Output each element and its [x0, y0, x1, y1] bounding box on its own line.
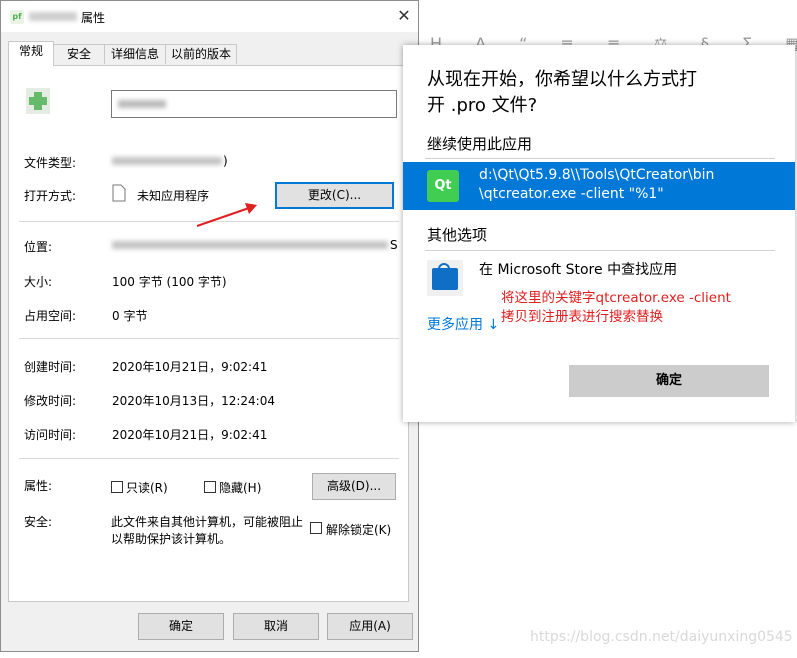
modified-label: 修改时间:: [24, 394, 77, 408]
path-line1: d:\Qt\Qt5.9.8\\Tools\QtCreator\bin: [479, 167, 715, 183]
general-panel: 文件类型: ) 打开方式: 未知应用程序 更改(C)... 位置: S 大小: …: [8, 65, 409, 602]
apply-button[interactable]: 应用(A): [327, 613, 413, 640]
file-type-label: 文件类型:: [24, 156, 77, 170]
divider: [19, 338, 399, 339]
path-line2: \qtcreator.exe -client "%1": [479, 186, 664, 202]
filename-field[interactable]: [111, 90, 397, 118]
location-label: 位置:: [24, 240, 53, 254]
properties-window: pf 属性 ✕ 常规 安全 详细信息 以前的版本 文件类型: ) 打开方式: 未…: [0, 0, 419, 652]
qtcreator-path: d:\Qt\Qt5.9.8\\Tools\QtCreator\bin \qtcr…: [479, 166, 714, 204]
keep-using-heading: 继续使用此应用: [427, 135, 533, 153]
annotation-arrow: [196, 203, 257, 227]
store-icon[interactable]: [427, 260, 463, 296]
readonly-label: 只读(R): [126, 481, 168, 495]
arrow-down-icon: ↓: [487, 317, 500, 333]
created-label: 创建时间:: [24, 360, 77, 374]
tab-security[interactable]: 安全: [53, 44, 105, 64]
unblock-checkbox[interactable]: [310, 522, 322, 534]
title-bar: pf 属性 ✕: [1, 1, 418, 32]
file-type-tail: ): [223, 154, 228, 168]
blurred-location: [112, 241, 388, 249]
modified-value: 2020年10月13日，12:24:04: [112, 394, 275, 408]
annotation-line1: 将这里的关键字qtcreator.exe -client: [501, 290, 731, 306]
security-text-line1: 此文件来自其他计算机，可能被阻止: [111, 515, 304, 529]
disk-size-value: 0 字节: [112, 309, 148, 323]
attributes-label: 属性:: [24, 479, 53, 493]
qtcreator-option[interactable]: Qt d:\Qt\Qt5.9.8\\Tools\QtCreator\bin \q…: [403, 162, 795, 210]
accessed-label: 访问时间:: [24, 428, 77, 442]
qtcreator-icon: Qt: [427, 170, 459, 202]
tab-general[interactable]: 常规: [8, 41, 54, 66]
file-type-icon: pf: [10, 10, 24, 24]
close-icon[interactable]: ✕: [393, 5, 415, 27]
size-label: 大小:: [24, 275, 53, 289]
blurred-file-type: [112, 157, 222, 165]
watermark: https://blog.csdn.net/daiyunxing0545: [530, 629, 793, 645]
divider: [425, 250, 775, 251]
tab-previous-versions[interactable]: 以前的版本: [165, 44, 237, 64]
unblock-label: 解除锁定(K): [326, 523, 392, 537]
more-apps-link[interactable]: 更多应用 ↓: [427, 314, 499, 334]
accessed-value: 2020年10月21日，9:02:41: [112, 428, 268, 442]
hidden-label: 隐藏(H): [219, 481, 262, 495]
cancel-button[interactable]: 取消: [233, 613, 319, 640]
question-line1: 从现在开始，你希望以什么方式打: [427, 69, 697, 90]
created-value: 2020年10月21日，9:02:41: [112, 360, 268, 374]
other-options-heading: 其他选项: [427, 226, 488, 244]
more-apps-label: 更多应用: [427, 317, 483, 333]
security-text-line2: 以帮助保护该计算机。: [111, 532, 232, 546]
change-button[interactable]: 更改(C)...: [275, 182, 394, 209]
store-option[interactable]: 在 Microsoft Store 中查找应用: [479, 259, 677, 279]
open-with-dialog: 从现在开始，你希望以什么方式打 开 .pro 文件? 继续使用此应用 Qt d:…: [403, 45, 795, 422]
tab-details[interactable]: 详细信息: [104, 44, 166, 64]
location-tail: S: [390, 238, 398, 252]
annotation-line2: 拷贝到注册表进行搜索替换: [501, 309, 663, 325]
blurred-filename-value: [118, 100, 166, 108]
security-label: 安全:: [24, 515, 53, 529]
annotation-text: 将这里的关键字qtcreator.exe -client 拷贝到注册表进行搜索替…: [501, 289, 731, 327]
ok-button[interactable]: 确定: [138, 613, 224, 640]
size-value: 100 字节 (100 字节): [112, 275, 227, 289]
readonly-checkbox[interactable]: [111, 481, 123, 493]
disk-size-label: 占用空间:: [24, 309, 77, 323]
dialog-ok-button[interactable]: 确定: [569, 365, 769, 397]
blurred-filename: [29, 12, 77, 21]
file-icon: [26, 88, 50, 114]
unknown-app-icon: [112, 184, 126, 202]
open-with-label: 打开方式:: [24, 189, 77, 203]
dialog-question: 从现在开始，你希望以什么方式打 开 .pro 文件?: [427, 67, 757, 119]
question-line2: 开 .pro 文件?: [427, 95, 538, 116]
window-title: 属性: [81, 11, 106, 25]
hidden-checkbox[interactable]: [204, 481, 216, 493]
divider: [19, 458, 399, 459]
divider: [425, 158, 775, 159]
advanced-button[interactable]: 高级(D)...: [312, 473, 396, 500]
